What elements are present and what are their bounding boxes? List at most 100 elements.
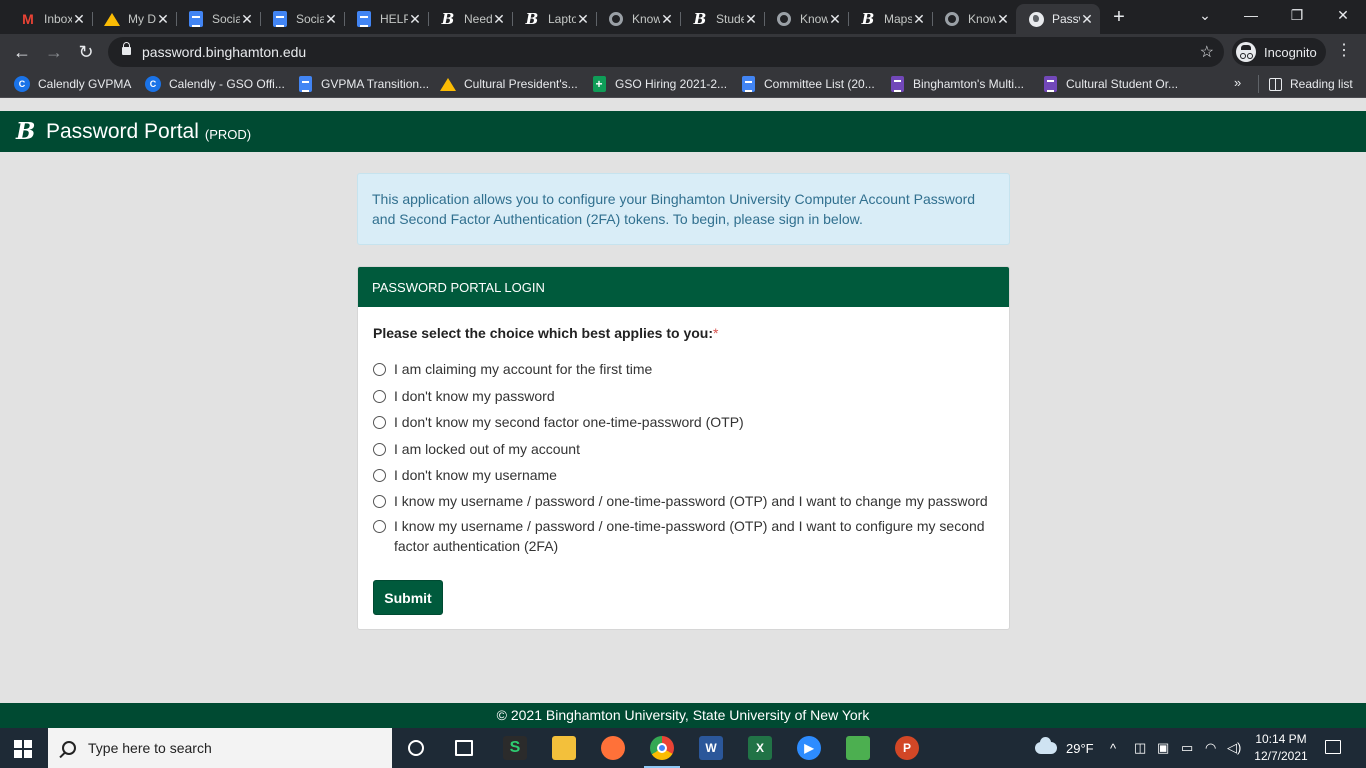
close-icon[interactable]: ✕: [912, 11, 926, 28]
browser-tab[interactable]: Knowledge ✕: [596, 4, 680, 34]
option-locked-out[interactable]: I am locked out of my account: [373, 439, 580, 459]
taskbar-clock[interactable]: 10:14 PM 12/7/2021: [1252, 731, 1310, 765]
docs-icon: [356, 11, 372, 27]
option-label[interactable]: I know my username / password / one-time…: [394, 491, 988, 511]
close-icon[interactable]: ✕: [156, 11, 170, 28]
chrome-icon[interactable]: [650, 736, 674, 760]
page-title[interactable]: Password Portal: [46, 120, 199, 144]
browser-tab[interactable]: My Drive ✕: [92, 4, 176, 34]
browser-tab[interactable]: B Laptop ✕: [512, 4, 596, 34]
notification-center-icon[interactable]: [1325, 740, 1341, 754]
close-icon[interactable]: ✕: [1080, 11, 1094, 28]
task-view-icon[interactable]: [455, 740, 473, 756]
radio-button[interactable]: [373, 520, 386, 533]
option-label[interactable]: I don't know my username: [394, 465, 557, 485]
radio-button[interactable]: [373, 416, 386, 429]
radio-button[interactable]: [373, 469, 386, 482]
window-close-icon[interactable]: ✕: [1320, 0, 1366, 30]
word-icon[interactable]: W: [699, 736, 723, 760]
option-forgot-otp[interactable]: I don't know my second factor one-time-p…: [373, 412, 744, 432]
address-bar[interactable]: password.binghamton.edu ☆: [108, 37, 1224, 67]
radio-button[interactable]: [373, 495, 386, 508]
bookmark-item[interactable]: Cultural Student Or...: [1042, 75, 1178, 93]
back-icon[interactable]: ←: [10, 40, 34, 64]
option-forgot-username[interactable]: I don't know my username: [373, 465, 557, 485]
more-bookmarks-button[interactable]: »: [1234, 75, 1241, 90]
radio-button[interactable]: [373, 443, 386, 456]
browser-tab-active[interactable]: Password Portal ✕: [1016, 4, 1100, 34]
browser-tab[interactable]: B Maps ✕: [848, 4, 932, 34]
submit-button[interactable]: Submit: [373, 580, 443, 615]
volume-icon[interactable]: ◁): [1227, 728, 1241, 768]
option-forgot-password[interactable]: I don't know my password: [373, 386, 555, 406]
display-icon[interactable]: ▣: [1157, 728, 1169, 768]
meet-now-icon[interactable]: ◫: [1134, 728, 1146, 768]
bookmark-item[interactable]: Cultural President's...: [440, 75, 578, 93]
browser-tab[interactable]: M Inbox ✕: [8, 4, 92, 34]
browser-tab[interactable]: B Need ✕: [428, 4, 512, 34]
option-first-time[interactable]: I am claiming my account for the first t…: [373, 359, 652, 379]
excel-icon[interactable]: X: [748, 736, 772, 760]
close-icon[interactable]: ✕: [660, 11, 674, 28]
incognito-badge[interactable]: Incognito: [1232, 38, 1326, 66]
windows-start-icon[interactable]: [14, 740, 32, 758]
menu-icon[interactable]: ⋮: [1336, 42, 1352, 60]
url-text[interactable]: password.binghamton.edu: [142, 44, 306, 60]
close-icon[interactable]: ✕: [996, 11, 1010, 28]
tray-chevron-icon[interactable]: ^: [1110, 728, 1116, 768]
cortana-icon[interactable]: [408, 740, 424, 756]
environment-label: (PROD): [204, 126, 252, 142]
bookmark-item[interactable]: Committee List (20...: [740, 75, 875, 93]
tab-search-icon[interactable]: ⌄: [1182, 0, 1228, 30]
weather-widget[interactable]: 29°F: [1035, 728, 1094, 768]
lock-icon[interactable]: [122, 42, 131, 55]
option-change-password[interactable]: I know my username / password / one-time…: [373, 491, 998, 511]
minimize-icon[interactable]: —: [1228, 0, 1274, 30]
bookmark-item[interactable]: + GSO Hiring 2021-2...: [591, 75, 727, 93]
option-label[interactable]: I know my username / password / one-time…: [394, 516, 998, 556]
browser-tab[interactable]: Social ✕: [176, 4, 260, 34]
file-explorer-icon[interactable]: [552, 736, 576, 760]
restore-icon[interactable]: ❐: [1274, 0, 1320, 30]
battery-icon[interactable]: ▭: [1181, 728, 1193, 768]
sdrive-app-icon[interactable]: S: [503, 736, 527, 760]
close-icon[interactable]: ✕: [744, 11, 758, 28]
network-app-icon[interactable]: [846, 736, 870, 760]
bookmark-item[interactable]: C Calendly - GSO Offi...: [145, 75, 285, 93]
close-icon[interactable]: ✕: [576, 11, 590, 28]
radio-button[interactable]: [373, 363, 386, 376]
browser-tab[interactable]: Knowledge ✕: [764, 4, 848, 34]
binghamton-logo[interactable]: B: [16, 118, 40, 145]
bookmark-label: GVPMA Transition...: [321, 77, 430, 91]
reading-list-button[interactable]: Reading list: [1258, 75, 1353, 93]
browser-tab[interactable]: Knowledge ✕: [932, 4, 1016, 34]
browser-tab[interactable]: B Student ✕: [680, 4, 764, 34]
bookmark-item[interactable]: C Calendly GVPMA: [14, 75, 131, 93]
firefox-icon[interactable]: [601, 736, 625, 760]
new-tab-button[interactable]: +: [1108, 6, 1130, 28]
browser-tab[interactable]: HELP ✕: [344, 4, 428, 34]
powerpoint-icon[interactable]: P: [895, 736, 919, 760]
option-configure-2fa[interactable]: I know my username / password / one-time…: [373, 516, 998, 556]
option-label[interactable]: I am claiming my account for the first t…: [394, 359, 652, 379]
close-icon[interactable]: ✕: [828, 11, 842, 28]
bookmark-star-icon[interactable]: ☆: [1200, 42, 1214, 62]
option-label[interactable]: I don't know my password: [394, 386, 555, 406]
reload-icon[interactable]: ↻: [74, 40, 98, 64]
close-icon[interactable]: ✕: [240, 11, 254, 28]
option-label[interactable]: I am locked out of my account: [394, 439, 580, 459]
close-icon[interactable]: ✕: [408, 11, 422, 28]
radio-button[interactable]: [373, 390, 386, 403]
close-icon[interactable]: ✕: [72, 11, 86, 28]
taskbar-search-box[interactable]: Type here to search: [48, 728, 392, 768]
option-label[interactable]: I don't know my second factor one-time-p…: [394, 412, 744, 432]
forward-icon[interactable]: →: [42, 40, 66, 64]
zoom-icon[interactable]: ▶: [797, 736, 821, 760]
bookmark-item[interactable]: GVPMA Transition...: [297, 75, 429, 93]
wifi-icon[interactable]: ◠: [1205, 728, 1216, 768]
browser-tab[interactable]: Social ✕: [260, 4, 344, 34]
bookmark-item[interactable]: Binghamton's Multi...: [889, 75, 1024, 93]
close-icon[interactable]: ✕: [324, 11, 338, 28]
close-icon[interactable]: ✕: [492, 11, 506, 28]
binghamton-icon: B: [693, 10, 707, 28]
